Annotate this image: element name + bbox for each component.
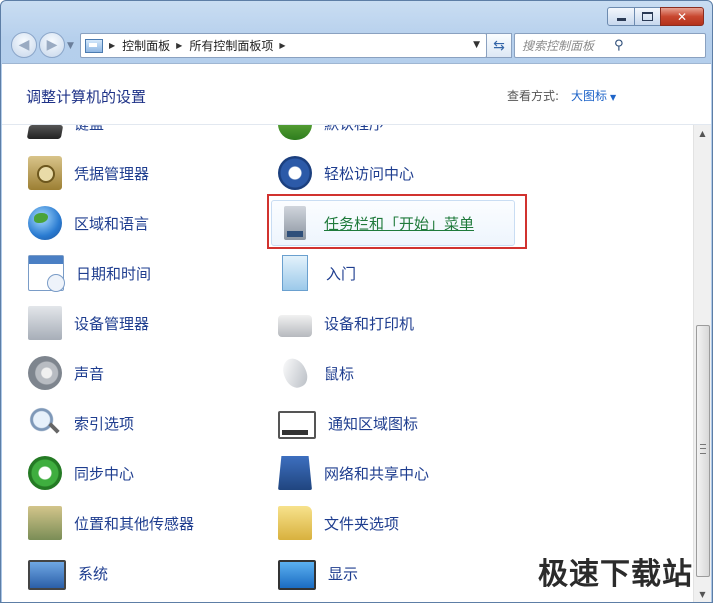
sync-icon (28, 456, 62, 490)
cp-item-label[interactable]: 设备管理器 (74, 313, 149, 334)
cp-item-label[interactable]: 设备和打印机 (324, 313, 414, 334)
highlight-annotation-box (267, 194, 527, 249)
cp-item-region-language[interactable]: 区域和语言 (28, 203, 149, 243)
chevron-down-icon: ▼ (610, 93, 617, 102)
search-box[interactable]: 搜索控制面板 ⚲ (514, 33, 706, 58)
content-header: 调整计算机的设置 查看方式: 大图标 ▼ (2, 64, 711, 125)
address-dropdown-icon[interactable]: ▼ (473, 40, 480, 50)
refresh-button[interactable]: ⇆ (486, 33, 512, 58)
page-title: 调整计算机的设置 (26, 88, 147, 106)
cp-item-label[interactable]: 声音 (74, 363, 104, 384)
cp-item-label[interactable]: 轻松访问中心 (324, 163, 414, 184)
cp-item-location-sensors[interactable]: 位置和其他传感器 (28, 503, 194, 543)
recent-pages-dropdown[interactable]: ▼ (67, 41, 74, 51)
cp-item-label[interactable]: 同步中心 (74, 463, 134, 484)
breadcrumb-separator-icon[interactable]: ▶ (176, 41, 182, 50)
cp-item-label[interactable]: 凭据管理器 (74, 163, 149, 184)
refresh-icon: ⇆ (493, 37, 505, 54)
cp-item-keyboard[interactable]: 键盘 (26, 125, 104, 143)
network-icon (278, 456, 312, 490)
computer-monitor-icon (28, 560, 66, 590)
cp-item-folder-options[interactable]: 文件夹选项 (278, 503, 399, 543)
address-bar[interactable]: ▶ 控制面板 ▶ 所有控制面板项 ▶ ▼ (80, 33, 487, 58)
speaker-icon (28, 356, 62, 390)
cp-item-default-programs[interactable]: 默认程序 (278, 125, 384, 143)
cp-item-label[interactable]: 网络和共享中心 (324, 463, 429, 484)
cp-item-label[interactable]: 位置和其他传感器 (74, 513, 194, 534)
cp-item-sound[interactable]: 声音 (28, 353, 104, 393)
cp-item-label[interactable]: 日期和时间 (76, 263, 151, 284)
watermark: 极速下载站 (538, 557, 693, 592)
close-icon: ✕ (676, 9, 688, 24)
cp-item-display[interactable]: 显示 (278, 553, 358, 593)
calendar-clock-icon (28, 255, 65, 292)
cp-item-label[interactable]: 键盘 (74, 125, 104, 134)
vertical-scrollbar[interactable]: ▲ ▼ (693, 125, 711, 602)
view-by-label: 查看方式: (507, 89, 560, 103)
scrollbar-thumb[interactable] (696, 325, 710, 577)
search-icon[interactable]: ⚲ (614, 38, 699, 53)
cp-item-getting-started[interactable]: 入门 (278, 253, 356, 293)
magnifier-icon (28, 406, 62, 440)
globe-clock-icon (28, 206, 62, 240)
cp-item-system[interactable]: 系统 (28, 553, 108, 593)
mouse-icon (278, 354, 312, 392)
cp-item-indexing-options[interactable]: 索引选项 (28, 403, 134, 443)
cp-item-label[interactable]: 文件夹选项 (324, 513, 399, 534)
folder-icon (278, 506, 312, 540)
maximize-button[interactable] (634, 7, 661, 26)
cp-item-label[interactable]: 通知区域图标 (328, 413, 418, 434)
scroll-up-icon[interactable]: ▲ (694, 125, 711, 142)
caption-buttons: ✕ (607, 7, 704, 26)
cp-item-label[interactable]: 默认程序 (324, 125, 384, 134)
device-manager-icon (28, 306, 62, 340)
minimize-icon (616, 18, 626, 21)
breadcrumb-separator-icon[interactable]: ▶ (279, 41, 285, 50)
search-input[interactable]: 搜索控制面板 (522, 37, 607, 54)
breadcrumb-all-items[interactable]: 所有控制面板项 (189, 37, 273, 54)
cp-item-notification-icons[interactable]: 通知区域图标 (278, 403, 418, 443)
cp-item-label[interactable]: 系统 (78, 563, 108, 584)
grip-icon (700, 444, 706, 454)
breadcrumb-control-panel[interactable]: 控制面板 (122, 37, 170, 54)
cp-item-label[interactable]: 鼠标 (324, 363, 354, 384)
cp-item-label[interactable]: 显示 (328, 563, 358, 584)
scroll-down-icon[interactable]: ▼ (694, 586, 711, 602)
cp-item-credential-manager[interactable]: 凭据管理器 (28, 153, 149, 193)
back-button[interactable]: ◀ (11, 32, 37, 58)
cp-item-date-time[interactable]: 日期和时间 (28, 253, 151, 293)
control-panel-icon (85, 38, 103, 53)
maximize-icon (642, 12, 653, 21)
location-sensor-icon (28, 506, 62, 540)
cp-item-devices-printers[interactable]: 设备和打印机 (278, 303, 414, 343)
safe-icon (28, 156, 62, 190)
cp-item-device-manager[interactable]: 设备管理器 (28, 303, 149, 343)
content-pane: 调整计算机的设置 查看方式: 大图标▼ 键盘 凭据管理器 区域和语言 日期和时间… (2, 63, 711, 602)
breadcrumb-separator-icon[interactable]: ▶ (109, 41, 115, 50)
forward-arrow-icon: ▶ (46, 37, 58, 53)
getting-started-icon (282, 255, 308, 291)
keyboard-icon (26, 125, 64, 139)
view-by-value[interactable]: 大图标 (571, 89, 607, 103)
cp-item-label[interactable]: 入门 (326, 263, 356, 284)
back-arrow-icon: ◀ (18, 37, 30, 53)
cp-item-label[interactable]: 索引选项 (74, 413, 134, 434)
minimize-button[interactable] (607, 7, 635, 26)
printer-icon (278, 315, 312, 337)
navigation-bar: ◀ ▶ ▼ ▶ 控制面板 ▶ 所有控制面板项 ▶ ▼ ⇆ 搜索控制面板 ⚲ (1, 30, 712, 62)
cp-item-ease-of-access[interactable]: 轻松访问中心 (278, 153, 414, 193)
close-button[interactable]: ✕ (660, 7, 704, 26)
cp-item-mouse[interactable]: 鼠标 (278, 353, 354, 393)
control-panel-window: ✕ ◀ ▶ ▼ ▶ 控制面板 ▶ 所有控制面板项 ▶ ▼ ⇆ 搜索控制面板 ⚲ … (0, 0, 713, 603)
view-by-dropdown[interactable]: 大图标 ▼ (571, 87, 616, 104)
ease-of-access-icon (278, 156, 312, 190)
default-programs-icon (278, 125, 312, 140)
cp-item-label[interactable]: 区域和语言 (74, 213, 149, 234)
forward-button[interactable]: ▶ (39, 32, 65, 58)
cp-item-sync-center[interactable]: 同步中心 (28, 453, 134, 493)
display-monitor-icon (278, 560, 316, 590)
notification-area-icon (278, 411, 316, 439)
cp-item-network-sharing[interactable]: 网络和共享中心 (278, 453, 429, 493)
